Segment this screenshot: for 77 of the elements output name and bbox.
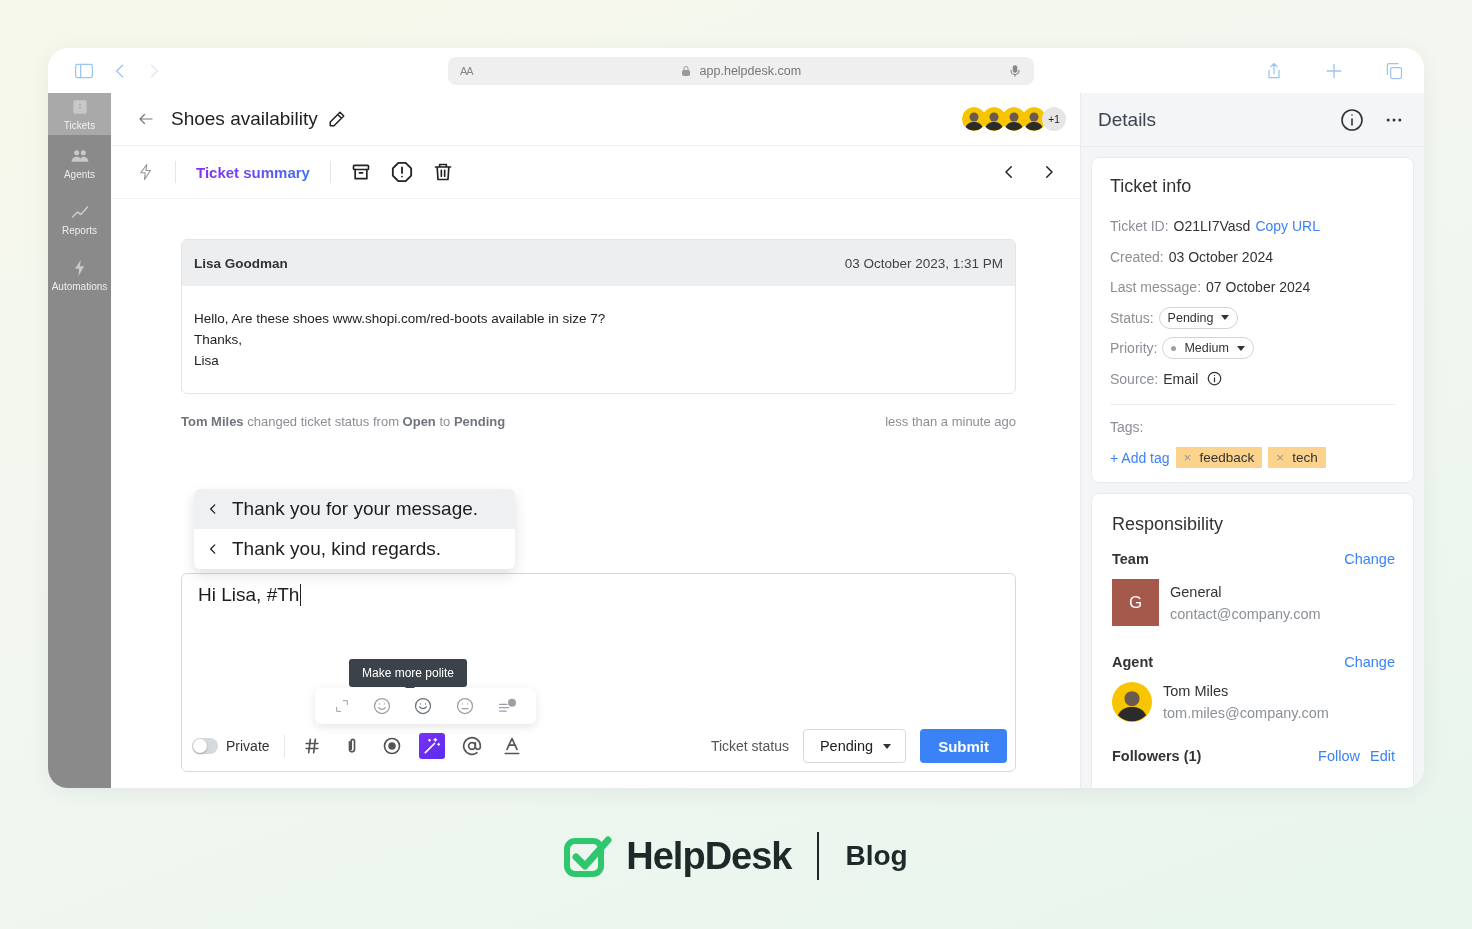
agent-name: Tom Miles [1163,682,1230,701]
avatar [982,107,1006,131]
card-title: Responsibility [1112,514,1225,535]
field-label: Last message: [1110,279,1202,296]
avatar [962,107,986,131]
field-value: 07 October 2024 [1206,279,1311,296]
smile-icon[interactable] [371,696,392,716]
caret-down-icon[interactable] [1236,345,1245,351]
info-icon[interactable] [1207,371,1223,387]
follower-action-link[interactable]: Follow [1318,748,1360,764]
field-label: Status: [1110,309,1154,326]
followers-label: Followers (1) [1112,748,1202,764]
ticket-title: Shoes availability [171,108,318,130]
message-author: Lisa Goodman [194,255,288,271]
submit-button[interactable]: Submit [920,729,1007,763]
ticket-status-label: Ticket status [710,738,789,754]
suggestion-item[interactable]: Thank you, kind regards. [194,529,515,569]
reply-field[interactable]: Hi Lisa, #Th Make more polite Private Ticket status Pending Submit [181,573,1016,772]
more-participants-count[interactable]: +1 [1042,107,1066,131]
private-toggle[interactable] [192,738,218,754]
logo-check-icon [564,835,613,877]
section-name: Blog [845,840,908,872]
alert-octagon-icon[interactable] [390,161,413,183]
team-label: Team [1112,551,1149,567]
avatar [1022,107,1046,131]
message-date: 03 October 2023, 1:31 PM [844,255,1003,271]
remove-tag-button[interactable]: × [1183,450,1192,465]
agent-email: tom.miles@company.com [1163,704,1329,723]
magic-wand-icon[interactable] [418,733,445,759]
agent-avatar [1112,682,1152,722]
pencil-icon[interactable] [327,110,346,128]
address-bar[interactable]: AA app.helpdesk.com [448,56,1034,85]
tags-label: Tags: [1110,419,1145,435]
brand-name: HelpDesk [626,834,792,878]
url-text: app.helpdesk.com [699,63,802,78]
field-label: Created: [1110,248,1164,265]
info-icon[interactable] [1340,107,1364,132]
message-body: Hello, Are these shoes www.shopi.com/red-boots available in size 7? Thanks, Lisa [193,310,607,370]
caret-down-icon[interactable] [883,743,892,749]
avatar [1002,107,1026,131]
change-link[interactable]: Change [1344,654,1395,670]
field-label: Ticket ID: [1110,218,1169,235]
microphone-icon[interactable] [1008,63,1022,78]
remove-tag-button[interactable]: × [1276,450,1285,465]
team-avatar: G [1112,579,1159,626]
tag-text: tech [1292,450,1318,465]
agent-label: Agent [1112,654,1154,670]
card-title: Ticket info [1110,176,1193,197]
text-size-label[interactable]: AA [460,64,473,77]
panel-title: Details [1098,108,1157,131]
copy-url-link[interactable]: Copy URL [1255,218,1320,235]
caret-down-icon[interactable] [1221,315,1230,321]
sidebar-item[interactable]: Tickets [48,93,111,135]
follower-action-link[interactable]: Edit [1370,748,1395,764]
activity-text: Tom Miles changed ticket status from Open to Pending [181,414,506,429]
sidebar-item[interactable]: Automations [48,247,111,303]
sidebar-item[interactable]: Agents [48,135,111,191]
add-tag-link[interactable]: + Add tag [1110,449,1170,466]
ticket-status-dropdown[interactable]: Pending [802,729,907,763]
archive-icon[interactable] [350,162,371,182]
lock-icon [679,64,692,77]
private-label: Private [226,738,270,754]
trash-icon[interactable] [432,162,453,182]
team-email: contact@company.com [1170,604,1321,624]
field-label: Source: [1110,370,1159,387]
suggestion-item[interactable]: Thank you for your message. [194,489,515,529]
field-value: 03 October 2024 [1168,248,1273,265]
tag-text: feedback [1199,450,1255,465]
change-link[interactable]: Change [1344,551,1395,567]
neutral-face-icon[interactable] [455,696,476,716]
team-name: General [1170,582,1223,602]
activity-time: less than a minute ago [885,414,1016,429]
smile-icon[interactable] [413,696,434,716]
sidebar-item[interactable]: Reports [48,191,111,247]
field-value: O21LI7Vasd [1173,218,1251,235]
field-label: Priority: [1110,340,1158,357]
field-value: Email [1163,370,1199,387]
